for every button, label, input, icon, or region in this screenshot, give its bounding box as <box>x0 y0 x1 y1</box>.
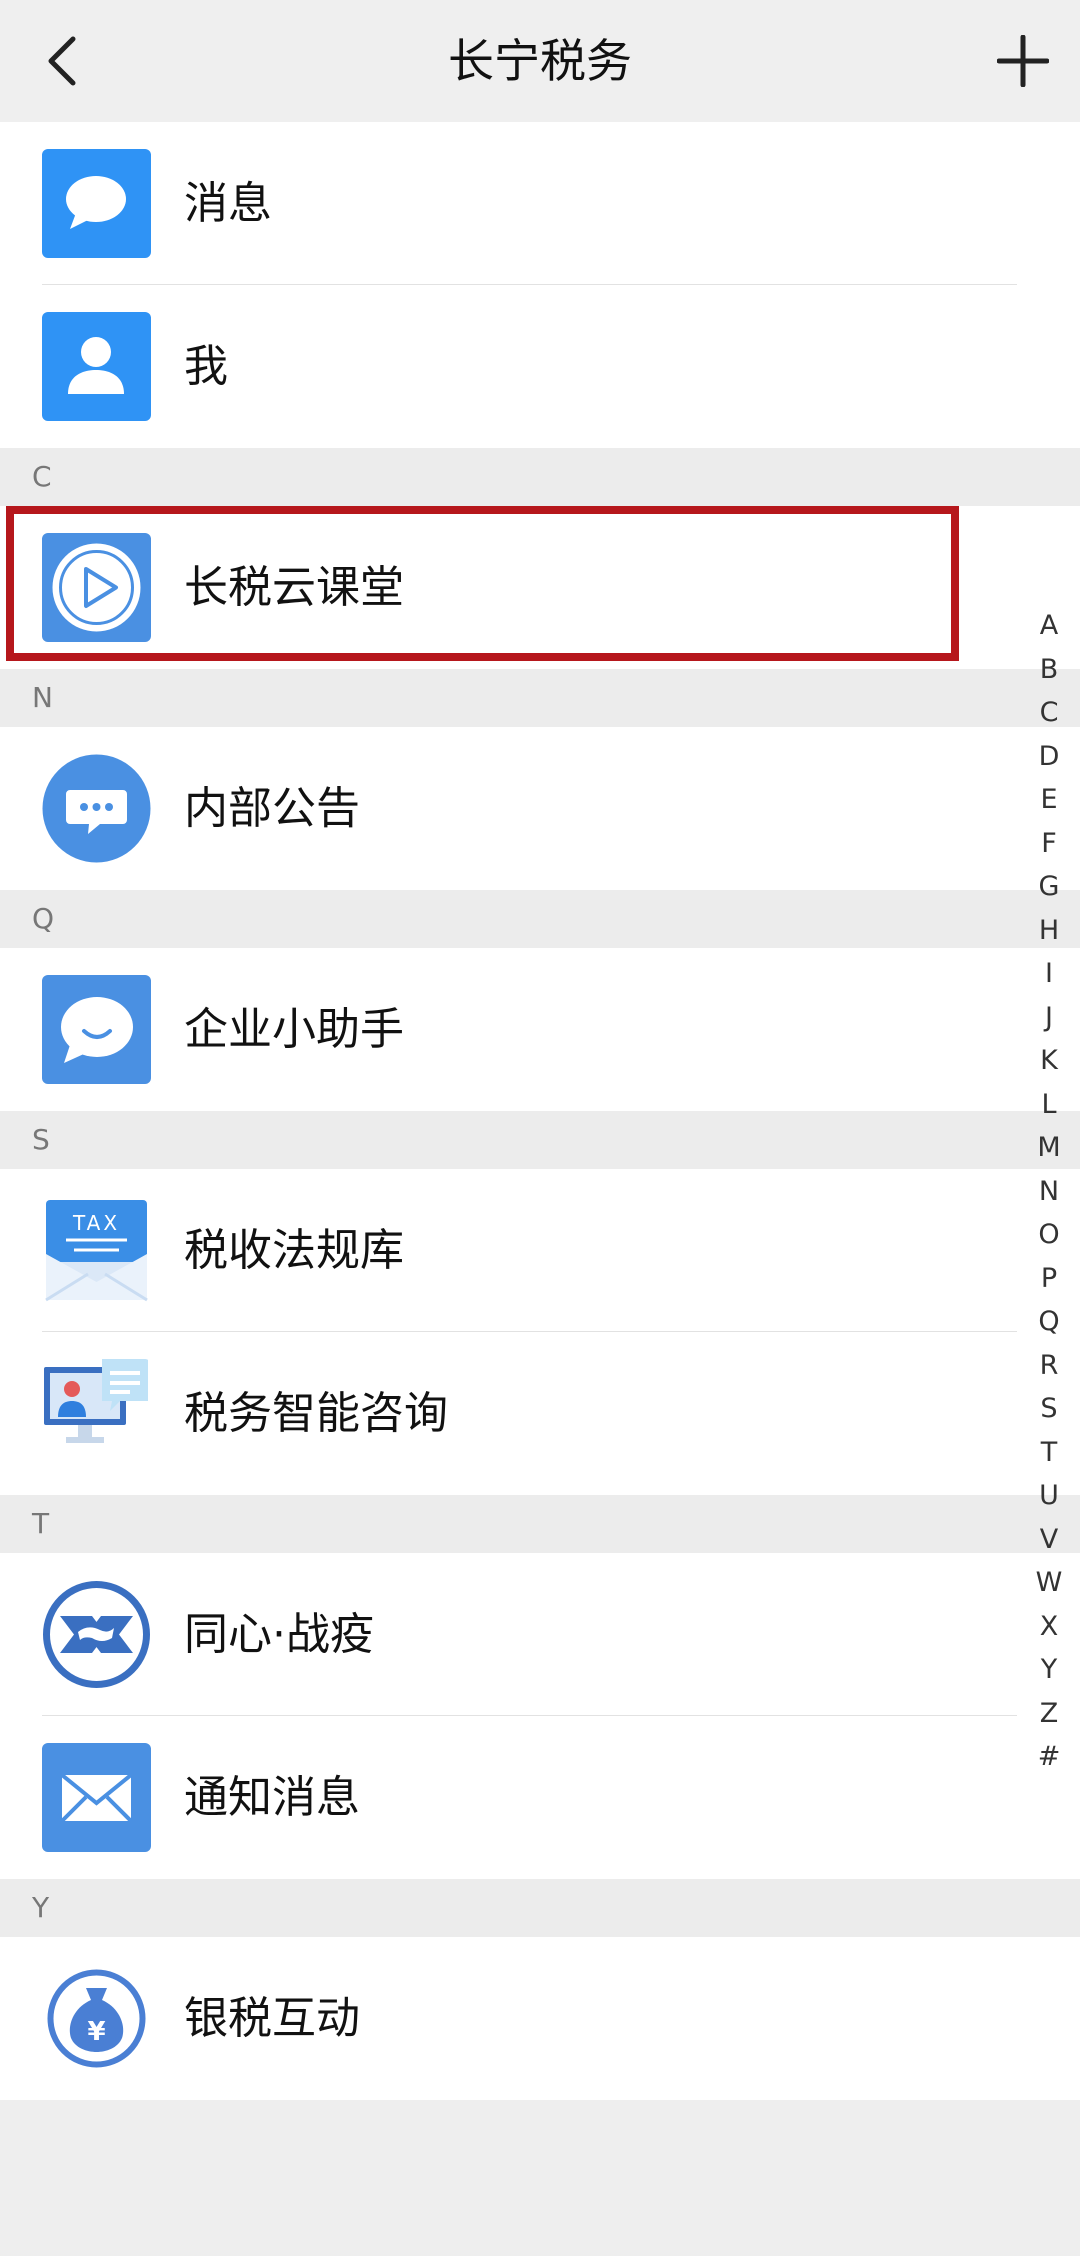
index-letter[interactable]: X <box>1040 1605 1059 1649</box>
list-item-label: 税务智能咨询 <box>184 1388 448 1439</box>
list-item-label: 企业小助手 <box>184 1004 404 1055</box>
index-letter[interactable]: Z <box>1040 1692 1059 1736</box>
index-letter[interactable]: W <box>1036 1561 1063 1605</box>
index-letter[interactable]: M <box>1037 1126 1060 1170</box>
money-bag-icon: ¥ <box>42 1964 151 2073</box>
list-item-me[interactable]: 我 <box>0 285 1080 448</box>
index-letter[interactable]: J <box>1045 996 1053 1040</box>
list-item-notifications[interactable]: 通知消息 <box>0 1716 1080 1879</box>
section-t-group: 同心·战疫 通知消息 <box>0 1553 1080 1879</box>
section-q-group: 企业小助手 <box>0 948 1080 1111</box>
list-item-label: 通知消息 <box>184 1772 360 1823</box>
index-letter[interactable]: U <box>1039 1474 1059 1518</box>
section-y-group: ¥ 银税互动 <box>0 1937 1080 2100</box>
section-c-group: 长税云课堂 <box>0 506 1080 669</box>
consultation-icon <box>42 1359 151 1468</box>
section-s-group: TAX 税收法规库 税务智能咨询 <box>0 1169 1080 1495</box>
list-item-internal-announcement[interactable]: 内部公告 <box>0 727 1080 890</box>
wuhan-emblem-icon <box>42 1580 151 1689</box>
list-item-tax-consultation[interactable]: 税务智能咨询 <box>0 1332 1080 1495</box>
section-header-n: N <box>0 669 1080 727</box>
index-letter[interactable]: N <box>1039 1170 1059 1214</box>
list-item-cloud-classroom[interactable]: 长税云课堂 <box>0 506 1080 669</box>
page-title: 长宁税务 <box>448 34 632 88</box>
index-letter[interactable]: L <box>1041 1083 1056 1127</box>
index-letter[interactable]: O <box>1038 1213 1059 1257</box>
index-letter[interactable]: D <box>1039 735 1060 779</box>
section-letter: S <box>32 1123 50 1156</box>
section-letter: Y <box>32 1891 50 1924</box>
chat-bubble-icon <box>42 149 151 258</box>
section-header-s: S <box>0 1111 1080 1169</box>
mail-icon <box>42 1743 151 1852</box>
list-item-label: 消息 <box>184 178 272 229</box>
list-item-messages[interactable]: 消息 <box>0 122 1080 285</box>
index-letter[interactable]: C <box>1040 691 1059 735</box>
index-letter[interactable]: E <box>1040 778 1057 822</box>
list-item-fight-epidemic[interactable]: 同心·战疫 <box>0 1553 1080 1716</box>
alphabet-index[interactable]: A B C D E F G H I J K L M N O P Q R S T U V W X Y Z # <box>1030 604 1068 1779</box>
index-letter[interactable]: A <box>1040 604 1058 648</box>
section-n-group: 内部公告 <box>0 727 1080 890</box>
nav-bar: 长宁税务 <box>0 0 1080 122</box>
list-item-label: 同心·战疫 <box>184 1609 374 1660</box>
index-letter[interactable]: K <box>1040 1039 1058 1083</box>
section-header-y: Y <box>0 1879 1080 1937</box>
top-group: 消息 我 <box>0 122 1080 448</box>
section-letter: C <box>32 460 52 493</box>
index-letter[interactable]: F <box>1041 822 1057 866</box>
list-item-enterprise-assistant[interactable]: 企业小助手 <box>0 948 1080 1111</box>
index-letter[interactable]: G <box>1039 865 1060 909</box>
play-icon <box>42 533 151 642</box>
section-header-t: T <box>0 1495 1080 1553</box>
index-letter[interactable]: I <box>1045 952 1053 996</box>
list-item-label: 税收法规库 <box>184 1225 404 1276</box>
plus-icon <box>997 35 1049 87</box>
index-letter[interactable]: # <box>1038 1735 1061 1779</box>
index-letter[interactable]: Y <box>1041 1648 1058 1692</box>
chevron-left-icon <box>48 36 76 86</box>
list-item-label: 银税互动 <box>184 1993 360 2044</box>
list-item-tax-regulations[interactable]: TAX 税收法规库 <box>0 1169 1080 1332</box>
section-header-c: C <box>0 448 1080 506</box>
index-letter[interactable]: S <box>1040 1387 1057 1431</box>
list-item-bank-tax-interaction[interactable]: ¥ 银税互动 <box>0 1937 1080 2100</box>
index-letter[interactable]: T <box>1041 1431 1058 1475</box>
add-button[interactable] <box>988 26 1058 96</box>
index-letter[interactable]: H <box>1039 909 1059 953</box>
index-letter[interactable]: P <box>1041 1257 1057 1301</box>
smile-chat-icon <box>42 975 151 1084</box>
svg-text:TAX: TAX <box>72 1211 120 1235</box>
index-letter[interactable]: V <box>1040 1518 1058 1562</box>
section-letter: T <box>32 1507 50 1540</box>
list-item-label: 内部公告 <box>184 783 360 834</box>
tax-envelope-icon: TAX <box>42 1196 151 1305</box>
index-letter[interactable]: R <box>1040 1344 1059 1388</box>
section-header-q: Q <box>0 890 1080 948</box>
svg-text:¥: ¥ <box>87 2017 105 2047</box>
announcement-icon <box>42 754 151 863</box>
list-item-label: 我 <box>184 341 228 392</box>
section-letter: Q <box>32 902 55 935</box>
index-letter[interactable]: B <box>1040 648 1059 692</box>
index-letter[interactable]: Q <box>1038 1300 1059 1344</box>
list-item-label: 长税云课堂 <box>184 562 404 613</box>
user-icon <box>42 312 151 421</box>
back-button[interactable] <box>28 26 98 96</box>
section-letter: N <box>32 681 53 714</box>
